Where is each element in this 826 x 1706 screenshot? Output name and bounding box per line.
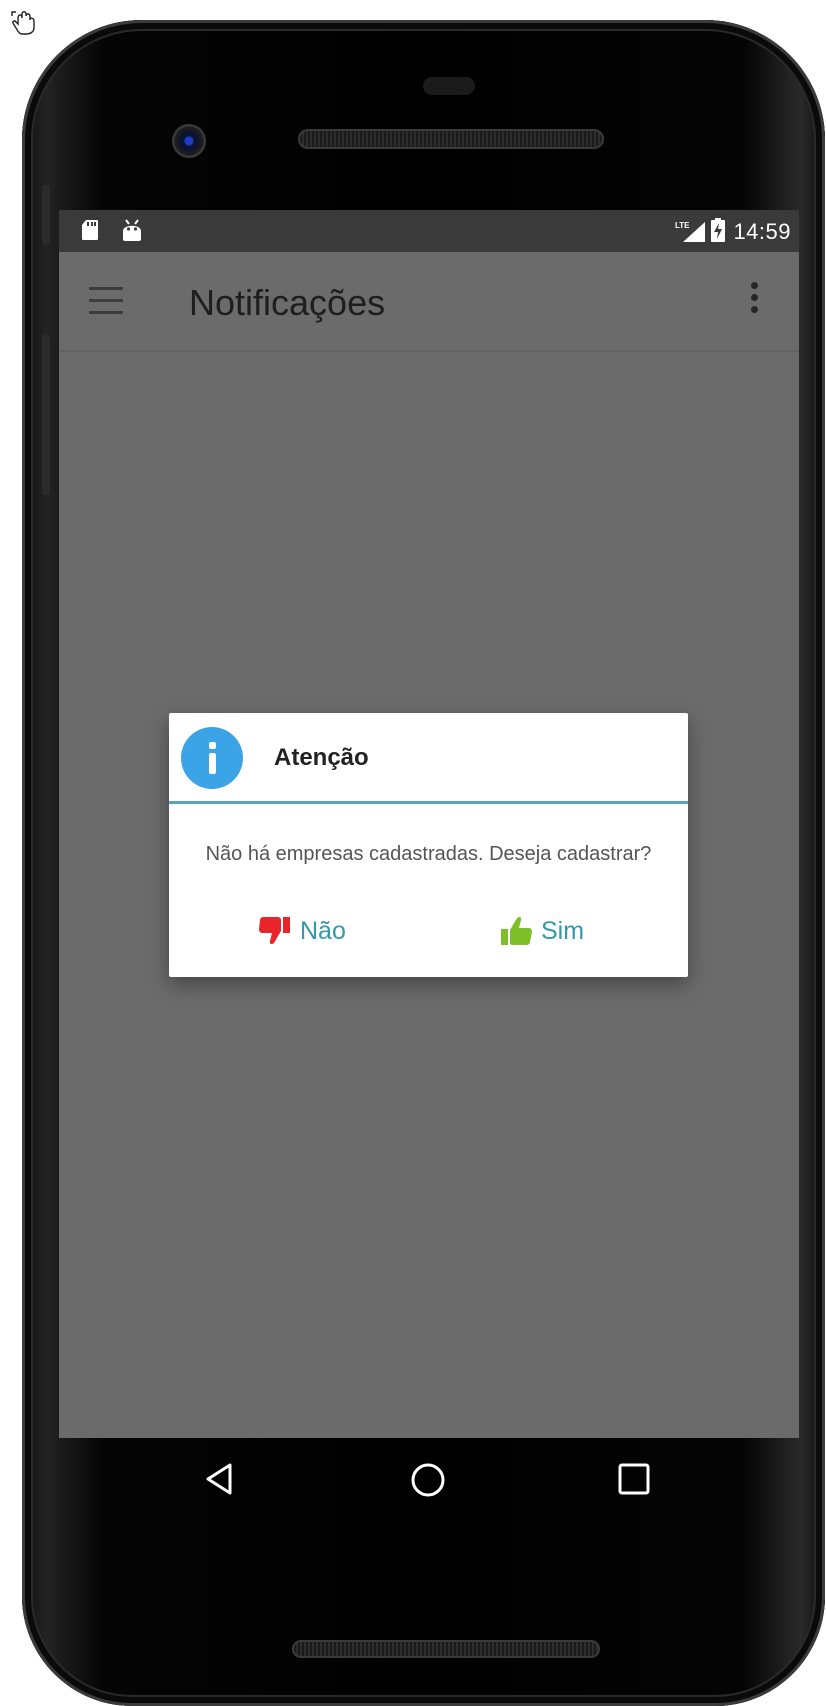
no-button-label: Não	[300, 916, 346, 945]
status-time: 14:59	[733, 219, 791, 244]
app-screen: LTE 14:59 Notificações Atenção Não há em…	[59, 210, 799, 1438]
recents-icon[interactable]	[617, 1462, 651, 1496]
page-title: Notificações	[189, 282, 386, 323]
back-icon[interactable]	[204, 1462, 234, 1496]
svg-text:LTE: LTE	[675, 221, 690, 230]
bottom-speaker	[292, 1640, 600, 1658]
dialog-title: Atenção	[274, 744, 369, 771]
info-icon	[181, 727, 243, 789]
battery-charging-icon	[711, 218, 725, 242]
status-bar: LTE 14:59	[59, 210, 799, 252]
front-camera-icon	[172, 124, 206, 158]
nav-bar	[59, 1438, 799, 1526]
thumbs-down-icon	[259, 917, 290, 945]
volume-button	[42, 185, 50, 245]
hamburger-menu-icon[interactable]	[89, 287, 123, 315]
yes-button[interactable]: Sim	[499, 913, 584, 949]
power-button	[42, 335, 50, 495]
alert-dialog: Atenção Não há empresas cadastradas. Des…	[169, 713, 688, 977]
dialog-header: Atenção	[169, 713, 688, 804]
no-button[interactable]: Não	[258, 913, 346, 949]
thumbs-up-icon	[501, 916, 532, 945]
hand-cursor-icon	[11, 11, 35, 35]
app-bar: Notificações	[59, 252, 799, 352]
more-vert-icon[interactable]	[749, 282, 759, 322]
yes-button-label: Sim	[541, 916, 585, 945]
android-debug-icon	[123, 219, 141, 241]
earpiece-speaker	[298, 129, 604, 149]
lte-signal-icon: LTE	[675, 221, 705, 242]
dialog-message: Não há empresas cadastradas. Deseja cada…	[205, 843, 652, 865]
proximity-sensor	[423, 77, 475, 95]
home-icon[interactable]	[410, 1462, 446, 1498]
sd-card-icon	[82, 220, 98, 240]
